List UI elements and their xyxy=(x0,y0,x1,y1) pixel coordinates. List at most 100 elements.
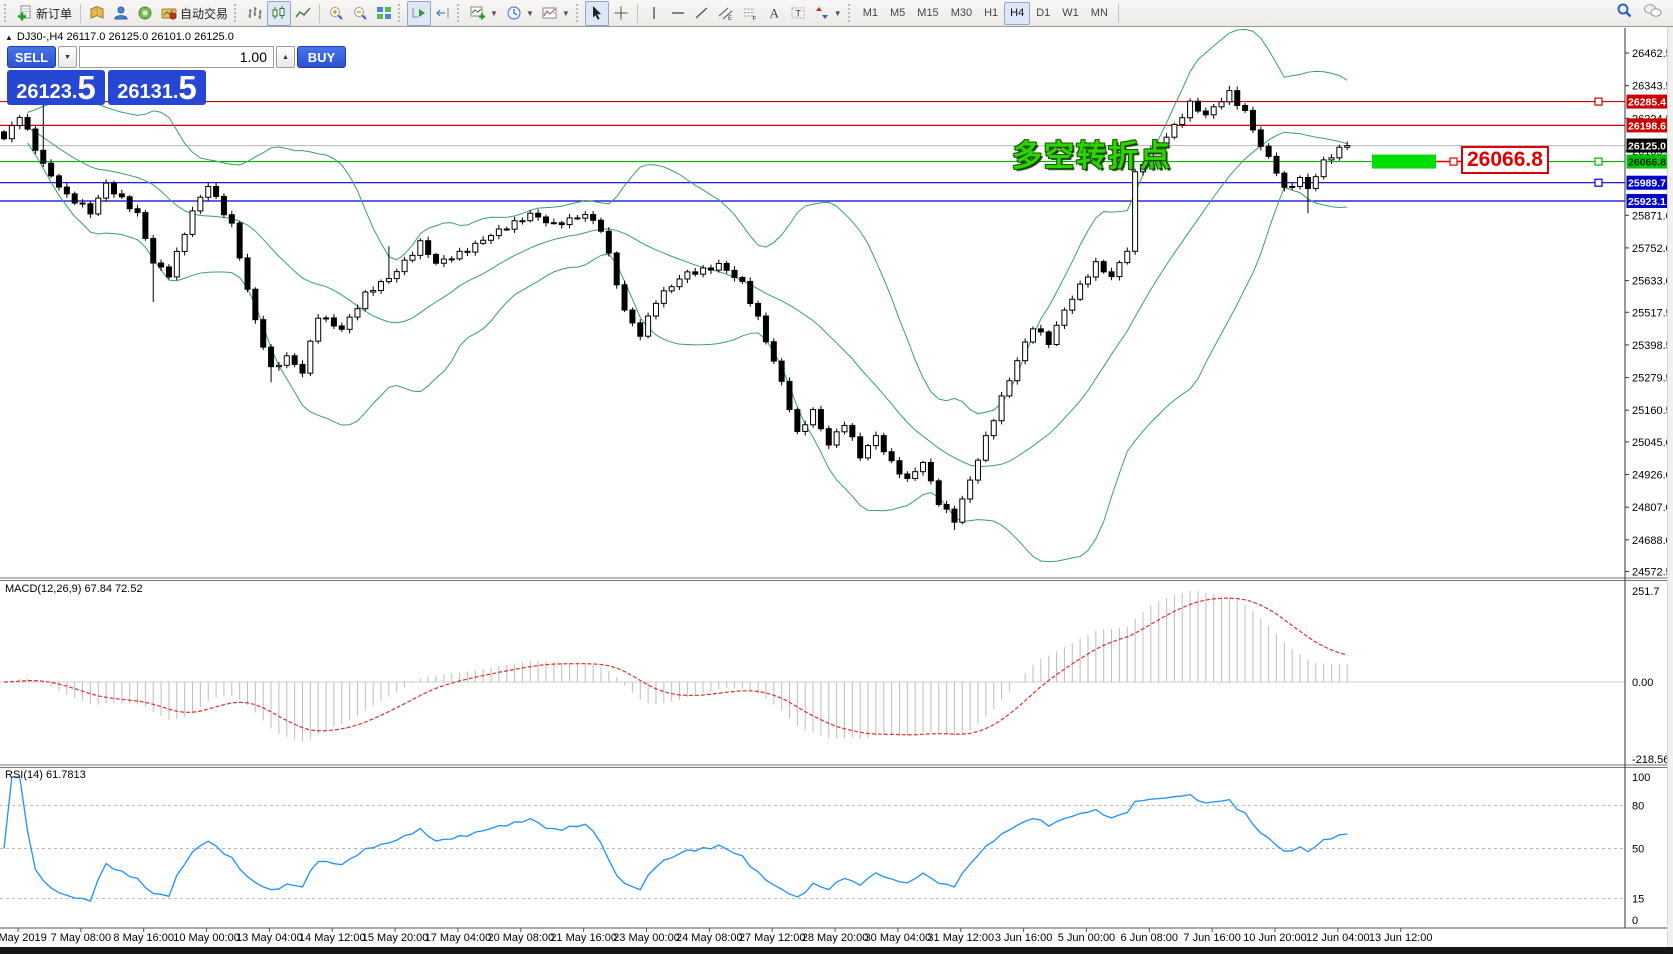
svg-text:A: A xyxy=(769,6,779,21)
zoom-out-button[interactable] xyxy=(348,1,372,26)
svg-text:10 Jun 20:00: 10 Jun 20:00 xyxy=(1243,932,1307,944)
svg-text:21 May 16:00: 21 May 16:00 xyxy=(550,932,617,944)
vertical-line-button[interactable] xyxy=(642,1,666,26)
crosshair-button[interactable] xyxy=(609,1,633,26)
bar-chart-button[interactable] xyxy=(243,1,267,26)
tile-windows-button[interactable] xyxy=(372,1,396,26)
zoom-out-icon xyxy=(352,5,368,21)
fibonacci-icon: F xyxy=(742,5,758,21)
templates-button[interactable]: ▼ xyxy=(538,1,574,26)
candlestick-chart-button[interactable] xyxy=(267,1,291,26)
chart-shift-icon xyxy=(435,5,451,21)
price-callout-label[interactable]: 26066.8 xyxy=(1461,146,1549,174)
new-order-button[interactable]: 新订单 xyxy=(13,1,76,26)
indicators-icon xyxy=(470,5,486,21)
symbol-header: ▲ DJ30-,H4 26117.0 26125.0 26101.0 26125… xyxy=(5,31,234,43)
svg-text:24807.0: 24807.0 xyxy=(1632,502,1672,514)
autotrading-icon xyxy=(161,5,177,21)
periods-clock-icon xyxy=(506,5,522,21)
svg-text:24 May 08:00: 24 May 08:00 xyxy=(676,932,743,944)
svg-text:0: 0 xyxy=(1632,915,1638,927)
svg-text:12 Jun 04:00: 12 Jun 04:00 xyxy=(1306,932,1370,944)
svg-text:80: 80 xyxy=(1632,801,1644,813)
equidistant-channel-button[interactable]: E xyxy=(714,1,738,26)
svg-text:25398.5: 25398.5 xyxy=(1632,340,1672,352)
window-edge-strip xyxy=(1667,27,1673,947)
volume-down-button[interactable]: ▼ xyxy=(58,46,77,68)
svg-text:30 May 04:00: 30 May 04:00 xyxy=(865,932,932,944)
chart-canvas[interactable]: 26462.526343.526224.526105.525871.025752… xyxy=(0,27,1673,947)
svg-text:7 May 08:00: 7 May 08:00 xyxy=(51,932,112,944)
auto-scroll-button[interactable] xyxy=(407,1,431,26)
svg-text:26066.8: 26066.8 xyxy=(1628,157,1666,169)
rsi-pane xyxy=(0,777,1625,901)
navigator-button[interactable] xyxy=(133,1,157,26)
crosshair-icon xyxy=(613,5,629,21)
svg-text:15 May 20:00: 15 May 20:00 xyxy=(362,932,429,944)
time-axis[interactable]: 6 May 20197 May 08:008 May 16:0010 May 0… xyxy=(0,928,1433,944)
buy-button[interactable]: BUY xyxy=(297,46,346,68)
volume-input[interactable] xyxy=(79,46,274,68)
svg-text:13 Jun 12:00: 13 Jun 12:00 xyxy=(1369,932,1433,944)
tab-timeframe-h1[interactable]: H1 xyxy=(978,2,1004,25)
market-watch-button[interactable] xyxy=(85,1,109,26)
svg-text:F: F xyxy=(752,17,756,22)
text-label-button[interactable]: T xyxy=(786,1,810,26)
bottom-window-edge xyxy=(0,947,1673,954)
sell-price-button[interactable]: 26123.5 xyxy=(7,70,105,105)
horizontal-line-button[interactable] xyxy=(666,1,690,26)
collapse-arrow-icon[interactable]: ▲ xyxy=(5,33,13,42)
svg-text:E: E xyxy=(728,16,732,21)
buy-price-button[interactable]: 26131.5 xyxy=(108,70,206,105)
sell-button[interactable]: SELL xyxy=(7,46,56,68)
vertical-line-icon xyxy=(646,5,662,21)
svg-text:23 May 00:00: 23 May 00:00 xyxy=(613,932,680,944)
svg-text:50: 50 xyxy=(1632,844,1644,856)
zoom-in-button[interactable] xyxy=(324,1,348,26)
toolbar: 新订单 自动交易 ▼ ▼ xyxy=(0,0,1673,27)
svg-text:13 May 04:00: 13 May 04:00 xyxy=(236,932,303,944)
chart-shift-button[interactable] xyxy=(431,1,455,26)
tab-timeframe-h4[interactable]: H4 xyxy=(1004,2,1030,25)
autotrading-button[interactable]: 自动交易 xyxy=(157,1,232,26)
chart-window[interactable]: 26462.526343.526224.526105.525871.025752… xyxy=(0,27,1673,947)
tab-timeframe-m5[interactable]: M5 xyxy=(884,2,911,25)
indicators-button[interactable]: ▼ xyxy=(466,1,502,26)
periods-button[interactable]: ▼ xyxy=(502,1,538,26)
tab-timeframe-mn[interactable]: MN xyxy=(1085,2,1114,25)
svg-text:26198.6: 26198.6 xyxy=(1628,120,1666,132)
data-window-button[interactable] xyxy=(109,1,133,26)
cursor-icon xyxy=(589,5,605,21)
chevron-down-icon: ▼ xyxy=(562,9,570,18)
search-icon[interactable] xyxy=(1616,2,1633,24)
svg-text:27 May 12:00: 27 May 12:00 xyxy=(739,932,806,944)
fibonacci-button[interactable]: F xyxy=(738,1,762,26)
tile-windows-icon xyxy=(376,5,392,21)
chevron-down-icon: ▼ xyxy=(834,9,842,18)
market-watch-icon xyxy=(89,5,105,21)
symbol-ohlc-text: DJ30-,H4 26117.0 26125.0 26101.0 26125.0 xyxy=(17,31,234,43)
chat-icon[interactable] xyxy=(1643,3,1663,24)
chevron-down-icon: ▼ xyxy=(490,9,498,18)
text-label-icon: T xyxy=(790,5,806,21)
tab-timeframe-w1[interactable]: W1 xyxy=(1056,2,1085,25)
tab-timeframe-m30[interactable]: M30 xyxy=(945,2,978,25)
line-chart-button[interactable] xyxy=(291,1,315,26)
volume-up-button[interactable]: ▲ xyxy=(276,46,295,68)
svg-text:26343.5: 26343.5 xyxy=(1632,81,1672,93)
svg-text:T: T xyxy=(795,9,801,19)
cursor-button[interactable] xyxy=(585,1,609,26)
trendline-icon xyxy=(694,5,710,21)
horizontal-line-icon xyxy=(670,5,686,21)
tab-timeframe-d1[interactable]: D1 xyxy=(1030,2,1056,25)
text-button[interactable]: A xyxy=(762,1,786,26)
tab-timeframe-m15[interactable]: M15 xyxy=(911,2,944,25)
svg-text:3 Jun 16:00: 3 Jun 16:00 xyxy=(995,932,1053,944)
arrows-button[interactable]: ▼ xyxy=(810,1,846,26)
svg-text:8 May 16:00: 8 May 16:00 xyxy=(113,932,174,944)
svg-text:28 May 20:00: 28 May 20:00 xyxy=(802,932,869,944)
trendline-button[interactable] xyxy=(690,1,714,26)
tab-timeframe-m1[interactable]: M1 xyxy=(857,2,884,25)
templates-icon xyxy=(542,5,558,21)
svg-text:24926.0: 24926.0 xyxy=(1632,470,1672,482)
